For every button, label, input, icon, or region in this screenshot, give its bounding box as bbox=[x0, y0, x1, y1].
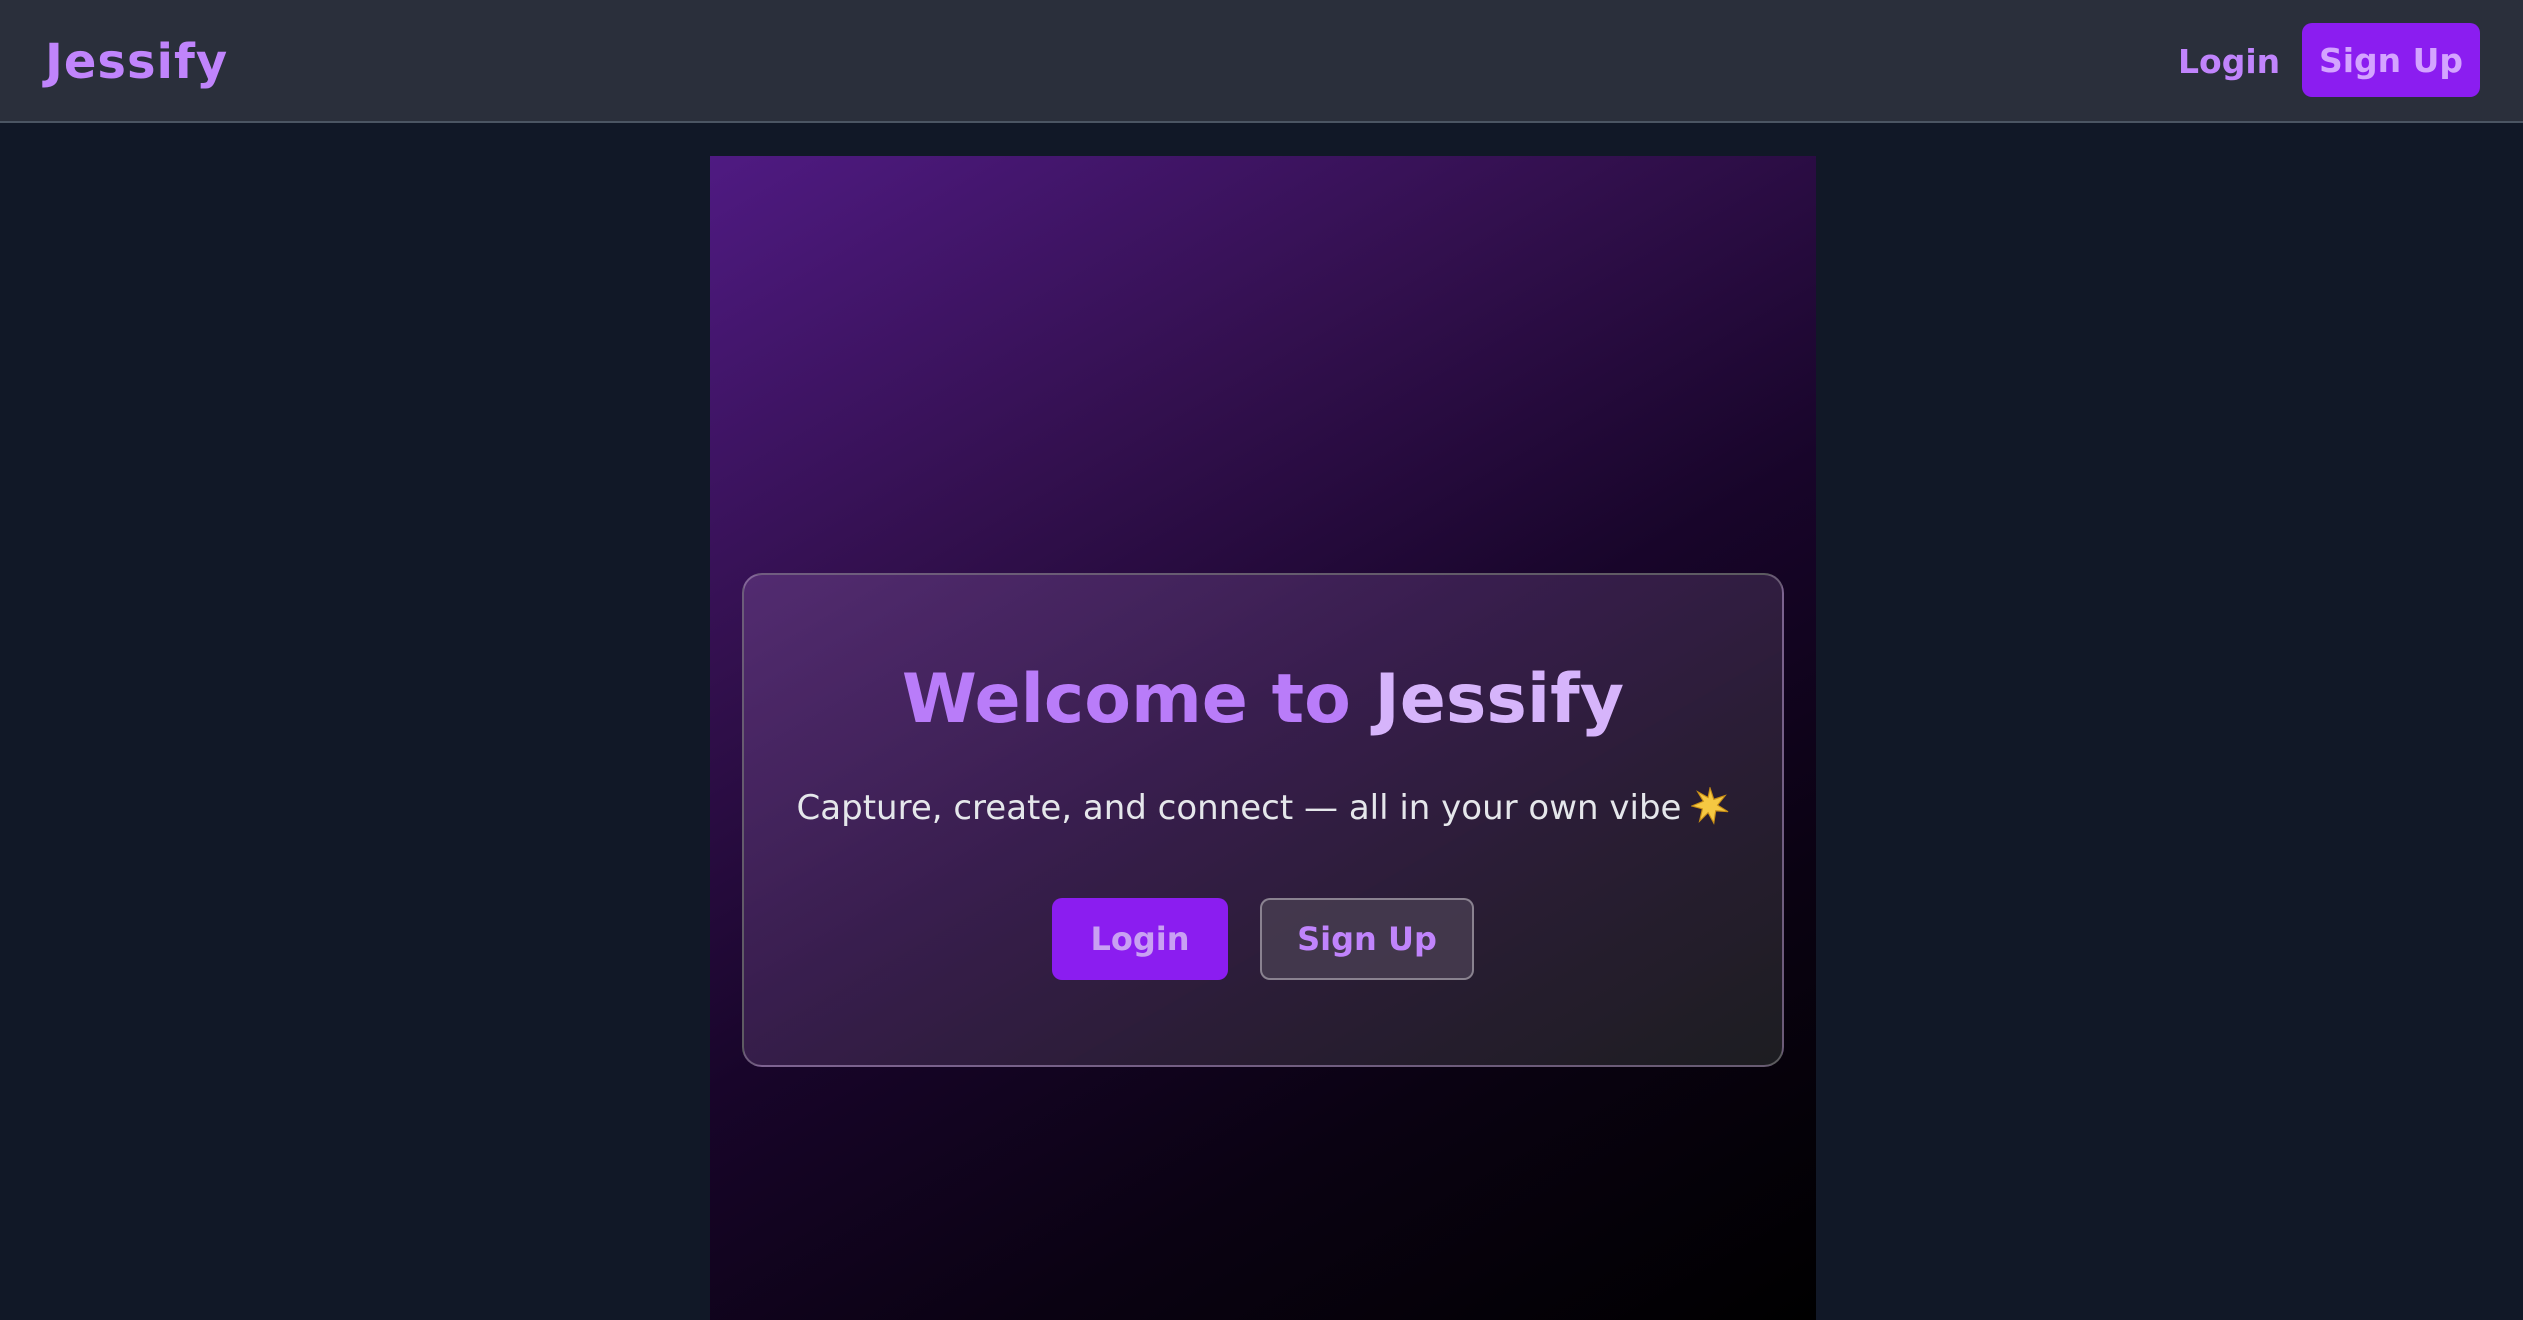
welcome-heading: Welcome to Jessify bbox=[744, 655, 1782, 745]
top-navbar: Jessify Login Sign Up bbox=[0, 0, 2523, 123]
tagline-text: Capture, create, and connect — all in yo… bbox=[796, 788, 1682, 828]
signup-button[interactable]: Sign Up bbox=[1260, 898, 1474, 980]
welcome-heading-brand: Jessify bbox=[1374, 660, 1625, 739]
welcome-card: Welcome to Jessify Capture, create, and … bbox=[742, 573, 1784, 1067]
login-button[interactable]: Login bbox=[1052, 898, 1228, 980]
welcome-heading-part1: Welcome to bbox=[901, 660, 1351, 739]
nav-signup-button[interactable]: Sign Up bbox=[2302, 23, 2480, 97]
brand-logo[interactable]: Jessify bbox=[45, 26, 228, 98]
hero-panel: Welcome to Jessify Capture, create, and … bbox=[710, 156, 1816, 1320]
nav-login-link[interactable]: Login bbox=[2178, 38, 2280, 86]
sparkle-star-icon bbox=[1691, 787, 1729, 825]
tagline: Capture, create, and connect — all in yo… bbox=[744, 783, 1782, 833]
